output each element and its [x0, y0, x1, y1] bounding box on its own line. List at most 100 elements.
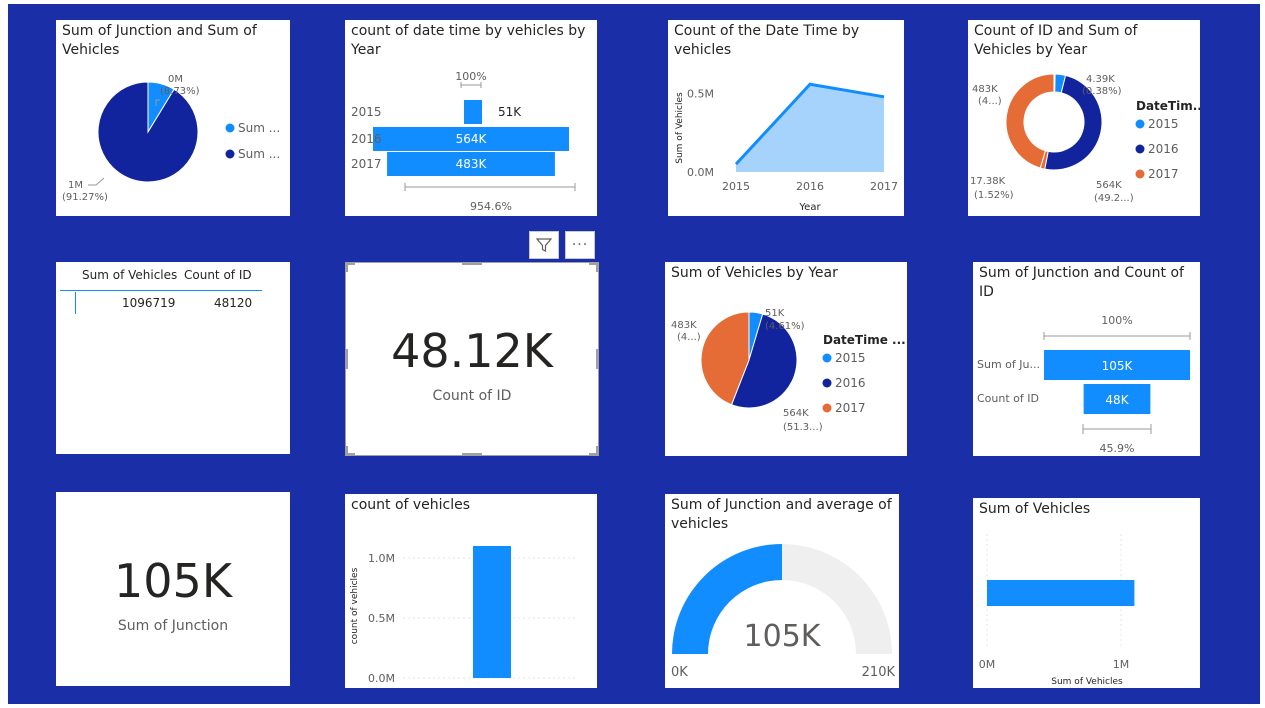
data-label: 17.38K	[970, 176, 1006, 187]
table-tile[interactable]: Sum of Vehicles Count of ID 1096719 4812…	[56, 262, 290, 454]
legend-label: Sum ...	[238, 121, 280, 135]
area-fill	[736, 84, 884, 172]
data-label: 564K	[456, 132, 488, 146]
card-value: 48.12K	[391, 324, 553, 378]
data-label: (0.38%)	[1082, 86, 1122, 97]
y-axis-label: count of vehicles	[350, 567, 360, 644]
report-canvas: Sum of Junction and Sum of Vehicles 0M (8…	[8, 4, 1260, 704]
legend-label: 2015	[835, 351, 866, 365]
x-tick-label: 1M	[1113, 658, 1130, 671]
data-label: 51K	[765, 308, 785, 319]
data-label: 4.39K	[1086, 74, 1115, 85]
x-tick-label: 2016	[796, 180, 824, 193]
top-percent-label: 100%	[1101, 314, 1132, 327]
funnel-junction-id-tile[interactable]: Sum of Junction and Count of ID 100% Sum …	[973, 262, 1200, 456]
donut-id-vehicles-chart[interactable]: 4.39K(0.38%) 483K(4...) 17.38K (1.52%) 564K (…	[968, 20, 1200, 216]
bar-vehicles-chart[interactable]: 0M 1M Sum of Vehicles	[973, 498, 1200, 688]
bracket	[404, 183, 576, 191]
data-label: (4...)	[677, 332, 701, 343]
x-tick-label: 2015	[722, 180, 750, 193]
legend-marker	[822, 403, 832, 413]
leader-line	[88, 177, 105, 186]
resize-handle[interactable]	[596, 262, 599, 272]
top-percent-label: 100%	[455, 70, 486, 83]
card-label: Sum of Junction	[117, 618, 229, 634]
resize-handle[interactable]	[596, 349, 599, 369]
data-label: 1M	[68, 180, 83, 191]
funnel-bar	[464, 100, 482, 124]
category-label: Count of ID	[977, 392, 1039, 405]
table-header-vehicles[interactable]: Sum of Vehicles	[82, 268, 177, 282]
x-axis-label: Sum of Vehicles	[1051, 677, 1123, 687]
x-axis-label: Year	[798, 202, 821, 213]
card-junction-tile[interactable]: 105K Sum of Junction	[56, 492, 290, 686]
funnel-year-tile[interactable]: count of date time by vehicles by Year 1…	[345, 20, 597, 216]
table-cell-count-id: 48120	[214, 296, 253, 310]
area-datetime-chart[interactable]: 0.0M 0.5M 2015 2016 2017 Year Sum of Vehicles	[668, 20, 904, 216]
legend-marker	[822, 353, 832, 363]
data-label: 51K	[498, 105, 522, 119]
data-label: 483K	[671, 320, 697, 331]
table-header-line	[60, 290, 262, 291]
more-options-button[interactable]: ···	[565, 231, 595, 259]
pie-junction-vehicles-chart[interactable]: 0M(8.73%) 1M(91.27%) Sum ... Sum ...	[56, 20, 290, 216]
table-header-count-id[interactable]: Count of ID	[184, 268, 252, 282]
resize-handle[interactable]	[345, 262, 348, 272]
category-label: Sum of Ju...	[977, 358, 1040, 371]
legend-label: 2016	[1148, 142, 1179, 156]
y-axis-label: Sum of Vehicles	[675, 92, 685, 164]
card-count-id-tile[interactable]: 48.12K Count of ID	[345, 262, 599, 456]
resize-handle[interactable]	[345, 446, 348, 456]
area-datetime-tile[interactable]: Count of the Date Time by vehicles 0.0M 0…	[668, 20, 904, 216]
data-label: 483K	[456, 157, 488, 171]
category-label: 2017	[351, 157, 382, 171]
data-label: (51.3...)	[783, 422, 823, 433]
resize-handle[interactable]	[462, 262, 482, 265]
x-tick-label: 0M	[979, 658, 996, 671]
resize-handle[interactable]	[462, 453, 482, 456]
column-vehicles-tile[interactable]: count of vehicles 0.0M 0.5M 1.0M count of v…	[345, 494, 597, 688]
legend-marker	[225, 123, 235, 133]
table-scroll-marker	[75, 292, 76, 314]
pie-junction-vehicles-tile[interactable]: Sum of Junction and Sum of Vehicles 0M (8…	[56, 20, 290, 216]
donut-id-vehicles-tile[interactable]: Count of ID and Sum of Vehicles by Year …	[968, 20, 1200, 216]
pie-year-chart[interactable]: 51K (4.61%) 483K(4...) 564K (51.3...) DateTim…	[665, 262, 907, 456]
legend-title: DateTime ...	[823, 333, 906, 347]
gauge-chart[interactable]: 105K 0K 210K	[665, 494, 899, 688]
resize-handle[interactable]	[345, 349, 348, 369]
legend-label: 2016	[835, 376, 866, 390]
bottom-percent-label: 45.9%	[1100, 442, 1135, 455]
filter-icon	[535, 238, 553, 252]
data-label: (91.27%)	[62, 192, 108, 203]
legend-marker	[1135, 119, 1145, 129]
card-value: 105K	[114, 554, 232, 608]
funnel-year-chart[interactable]: 100% 2015 51K 2016 564K 2017 483K 954.6%	[345, 20, 597, 216]
category-label: 2016	[351, 132, 382, 146]
legend-label: 2015	[1148, 117, 1179, 131]
gauge-min-label: 0K	[671, 665, 688, 680]
data-label: (1.52%)	[974, 190, 1014, 201]
more-options-icon: ···	[571, 237, 589, 253]
data-label: (8.73%)	[160, 86, 200, 97]
gauge-tile[interactable]: Sum of Junction and average of vehicles …	[665, 494, 899, 688]
filter-button[interactable]	[529, 231, 559, 259]
funnel-junction-id-chart[interactable]: 100% Sum of Ju... 105K Count of ID 48K 45.9%	[973, 262, 1200, 456]
legend-label: Sum ...	[238, 147, 280, 161]
y-tick-label: 0.0M	[687, 166, 714, 179]
column-bar	[473, 546, 511, 678]
y-tick-label: 1.0M	[368, 552, 395, 565]
table-cell-vehicles: 1096719	[122, 296, 176, 310]
data-label: 0M	[168, 74, 183, 85]
legend-marker	[822, 378, 832, 388]
column-vehicles-chart[interactable]: 0.0M 0.5M 1.0M count of vehicles	[345, 494, 597, 688]
category-label: 2015	[351, 105, 382, 119]
legend-label: 2017	[835, 401, 866, 415]
gauge-max-label: 210K	[862, 665, 896, 680]
resize-handle[interactable]	[596, 446, 599, 456]
data-label: 564K	[1096, 180, 1122, 191]
data-label: (4...)	[978, 96, 1002, 107]
pie-year-tile[interactable]: Sum of Vehicles by Year 51K (4.61%) 483K (4…	[665, 262, 907, 456]
legend-marker	[1135, 169, 1145, 179]
legend-title: DateTim...	[1136, 99, 1200, 113]
bar-vehicles-tile[interactable]: Sum of Vehicles 0M 1M Sum of Vehicles	[973, 498, 1200, 688]
